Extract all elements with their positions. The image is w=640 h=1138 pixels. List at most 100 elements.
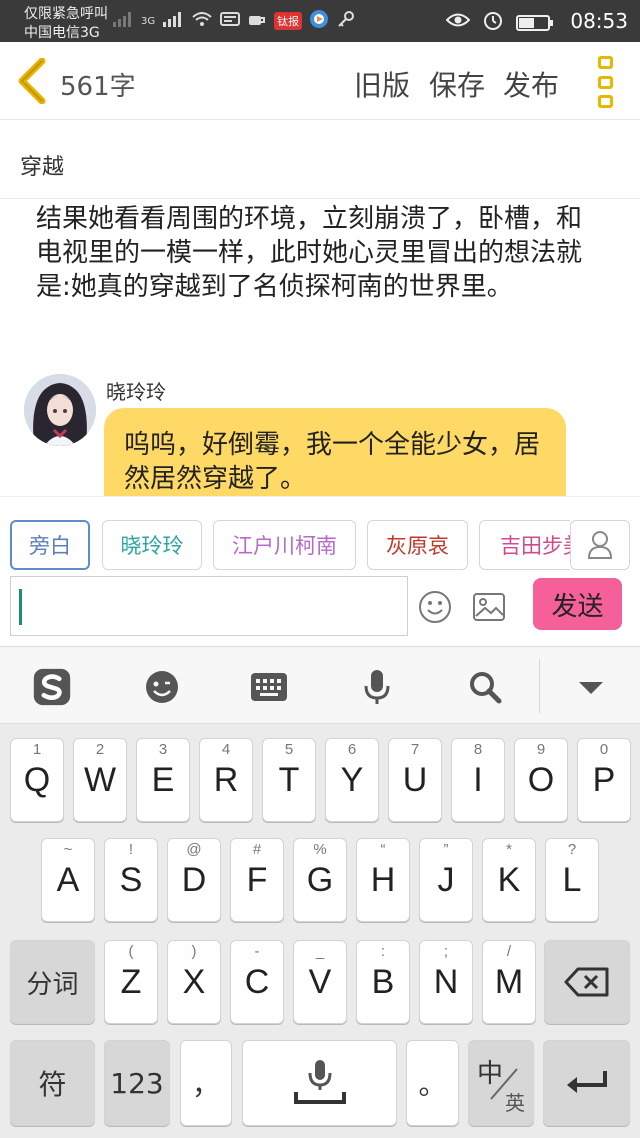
key-x[interactable]: ) X bbox=[167, 940, 221, 1024]
backspace-key[interactable] bbox=[544, 940, 630, 1024]
search-icon[interactable] bbox=[465, 667, 505, 707]
alarm-icon bbox=[482, 9, 504, 36]
app-badge-icon: 钛报 bbox=[274, 12, 303, 30]
enter-key[interactable] bbox=[543, 1040, 630, 1126]
key-primary-label: W bbox=[83, 760, 117, 799]
key-secondary-label: ; bbox=[443, 943, 449, 960]
key-secondary-label: _ bbox=[315, 943, 325, 960]
key-secondary-label: 3 bbox=[158, 741, 168, 758]
key-a[interactable]: ~ A bbox=[41, 838, 95, 922]
key-f[interactable]: # F bbox=[230, 838, 284, 922]
text-cursor bbox=[19, 589, 22, 625]
status-bar: 仅限紧急呼叫 中国电信3G 3G 钛报 08:53 bbox=[0, 0, 640, 42]
message-input[interactable] bbox=[10, 576, 408, 636]
key-z[interactable]: (Z bbox=[104, 940, 158, 1024]
key-n[interactable]: ; N bbox=[419, 940, 473, 1024]
keyboard-layout-icon[interactable] bbox=[249, 667, 289, 707]
send-button[interactable]: 发送 bbox=[533, 578, 622, 630]
save-button[interactable]: 保存 bbox=[429, 64, 485, 104]
image-icon bbox=[473, 593, 505, 621]
segment-key[interactable]: 分词 bbox=[10, 940, 95, 1024]
key-secondary-label: - bbox=[254, 943, 260, 960]
coffee-icon bbox=[247, 10, 267, 32]
dialogue-bubble[interactable]: 呜呜，好倒霉，我一个全能少女，居然居然穿越了。 bbox=[104, 408, 566, 496]
soft-keyboard: 1Q2W3E4R5T6Y7U8I9O0P ~ A! S @ D # F% G “H” J * K? L … bbox=[0, 646, 640, 1138]
key-secondary-label: 8 bbox=[473, 741, 483, 758]
comma-key-label: ， bbox=[191, 1068, 220, 1101]
character-tab[interactable]: 旁白 bbox=[10, 520, 90, 570]
key-g[interactable]: % G bbox=[293, 838, 347, 922]
user-icon bbox=[587, 531, 613, 559]
key-primary-label: E bbox=[151, 760, 175, 799]
key-c[interactable]: -C bbox=[230, 940, 284, 1024]
key-m[interactable]: / M bbox=[482, 940, 536, 1024]
emoji-button[interactable] bbox=[418, 590, 452, 624]
key-secondary-label: 2 bbox=[95, 741, 105, 758]
wifi-icon bbox=[191, 10, 213, 32]
period-key[interactable]: 。 bbox=[406, 1040, 459, 1126]
publish-button[interactable]: 发布 bbox=[503, 64, 559, 104]
title-row[interactable]: 穿越 bbox=[0, 121, 640, 199]
more-menu-button[interactable] bbox=[594, 56, 616, 108]
key-k[interactable]: * K bbox=[482, 838, 536, 922]
battery-icon bbox=[516, 14, 553, 31]
avatar[interactable] bbox=[24, 374, 96, 446]
key-q[interactable]: 1Q bbox=[10, 738, 64, 822]
key-v[interactable]: _ V bbox=[293, 940, 347, 1024]
old-version-button[interactable]: 旧版 bbox=[354, 64, 410, 104]
back-button[interactable] bbox=[14, 57, 54, 105]
key-d[interactable]: @ D bbox=[167, 838, 221, 922]
key-secondary-label: 6 bbox=[347, 741, 357, 758]
message-icon bbox=[220, 11, 241, 31]
key-primary-label: H bbox=[370, 860, 396, 899]
smiley-icon bbox=[419, 591, 451, 623]
emoji-keyboard-icon[interactable] bbox=[142, 667, 182, 707]
key-w[interactable]: 2W bbox=[73, 738, 127, 822]
symbol-key[interactable]: 符 bbox=[10, 1040, 95, 1126]
key-o[interactable]: 9O bbox=[514, 738, 568, 822]
key-s[interactable]: ! S bbox=[104, 838, 158, 922]
key-b[interactable]: :B bbox=[356, 940, 410, 1024]
key-l[interactable]: ? L bbox=[545, 838, 599, 922]
sogou-logo-icon[interactable] bbox=[32, 667, 72, 707]
character-tab[interactable]: 江户川柯南 bbox=[213, 520, 356, 570]
narration-text: 结果她看看周围的环境，立刻崩溃了，卧槽，和电视里的一模一样，此时她心灵里冒出的想… bbox=[36, 204, 583, 302]
key-r[interactable]: 4R bbox=[199, 738, 253, 822]
space-key[interactable] bbox=[242, 1040, 397, 1126]
key-j[interactable]: ” J bbox=[419, 838, 473, 922]
key-primary-label: D bbox=[181, 860, 207, 899]
key-secondary-label: ) bbox=[191, 943, 197, 960]
numeric-key[interactable]: 123 bbox=[104, 1040, 170, 1126]
voice-input-icon bbox=[293, 1060, 346, 1104]
story-content[interactable]: 结果她看看周围的环境，立刻崩溃了，卧槽，和电视里的一模一样，此时她心灵里冒出的想… bbox=[0, 200, 640, 496]
microphone-icon[interactable] bbox=[357, 667, 397, 707]
key-primary-label: O bbox=[527, 760, 555, 799]
character-tab[interactable]: 晓玲玲 bbox=[102, 520, 202, 570]
key-i[interactable]: 8I bbox=[451, 738, 505, 822]
key-u[interactable]: 7U bbox=[388, 738, 442, 822]
key-primary-label: M bbox=[494, 962, 524, 1001]
key-primary-label: I bbox=[473, 760, 483, 799]
no-signal-icon bbox=[112, 10, 134, 32]
add-character-button[interactable] bbox=[570, 520, 630, 570]
key-secondary-label: 5 bbox=[284, 741, 294, 758]
key-secondary-label: # bbox=[252, 841, 262, 858]
comma-key[interactable]: ， bbox=[180, 1040, 232, 1126]
key-icon bbox=[336, 9, 356, 33]
key-secondary-label: ” bbox=[443, 841, 449, 858]
key-h[interactable]: “H bbox=[356, 838, 410, 922]
language-toggle-key[interactable]: 中 英 bbox=[468, 1040, 534, 1126]
key-t[interactable]: 5T bbox=[262, 738, 316, 822]
period-key-label: 。 bbox=[418, 1068, 447, 1101]
carrier-label: 仅限紧急呼叫 bbox=[24, 6, 108, 22]
key-e[interactable]: 3E bbox=[136, 738, 190, 822]
character-tab[interactable]: 吉田步美 bbox=[479, 520, 570, 570]
character-tab[interactable]: 灰原哀 bbox=[367, 520, 468, 570]
key-secondary-label: 9 bbox=[536, 741, 546, 758]
collapse-keyboard-icon[interactable] bbox=[571, 667, 611, 707]
image-button[interactable] bbox=[472, 592, 506, 622]
key-y[interactable]: 6Y bbox=[325, 738, 379, 822]
word-count: 561字 bbox=[60, 72, 136, 102]
key-p[interactable]: 0P bbox=[577, 738, 631, 822]
character-tabs: 旁白 晓玲玲 江户川柯南 灰原哀 吉田步美 bbox=[0, 497, 570, 577]
